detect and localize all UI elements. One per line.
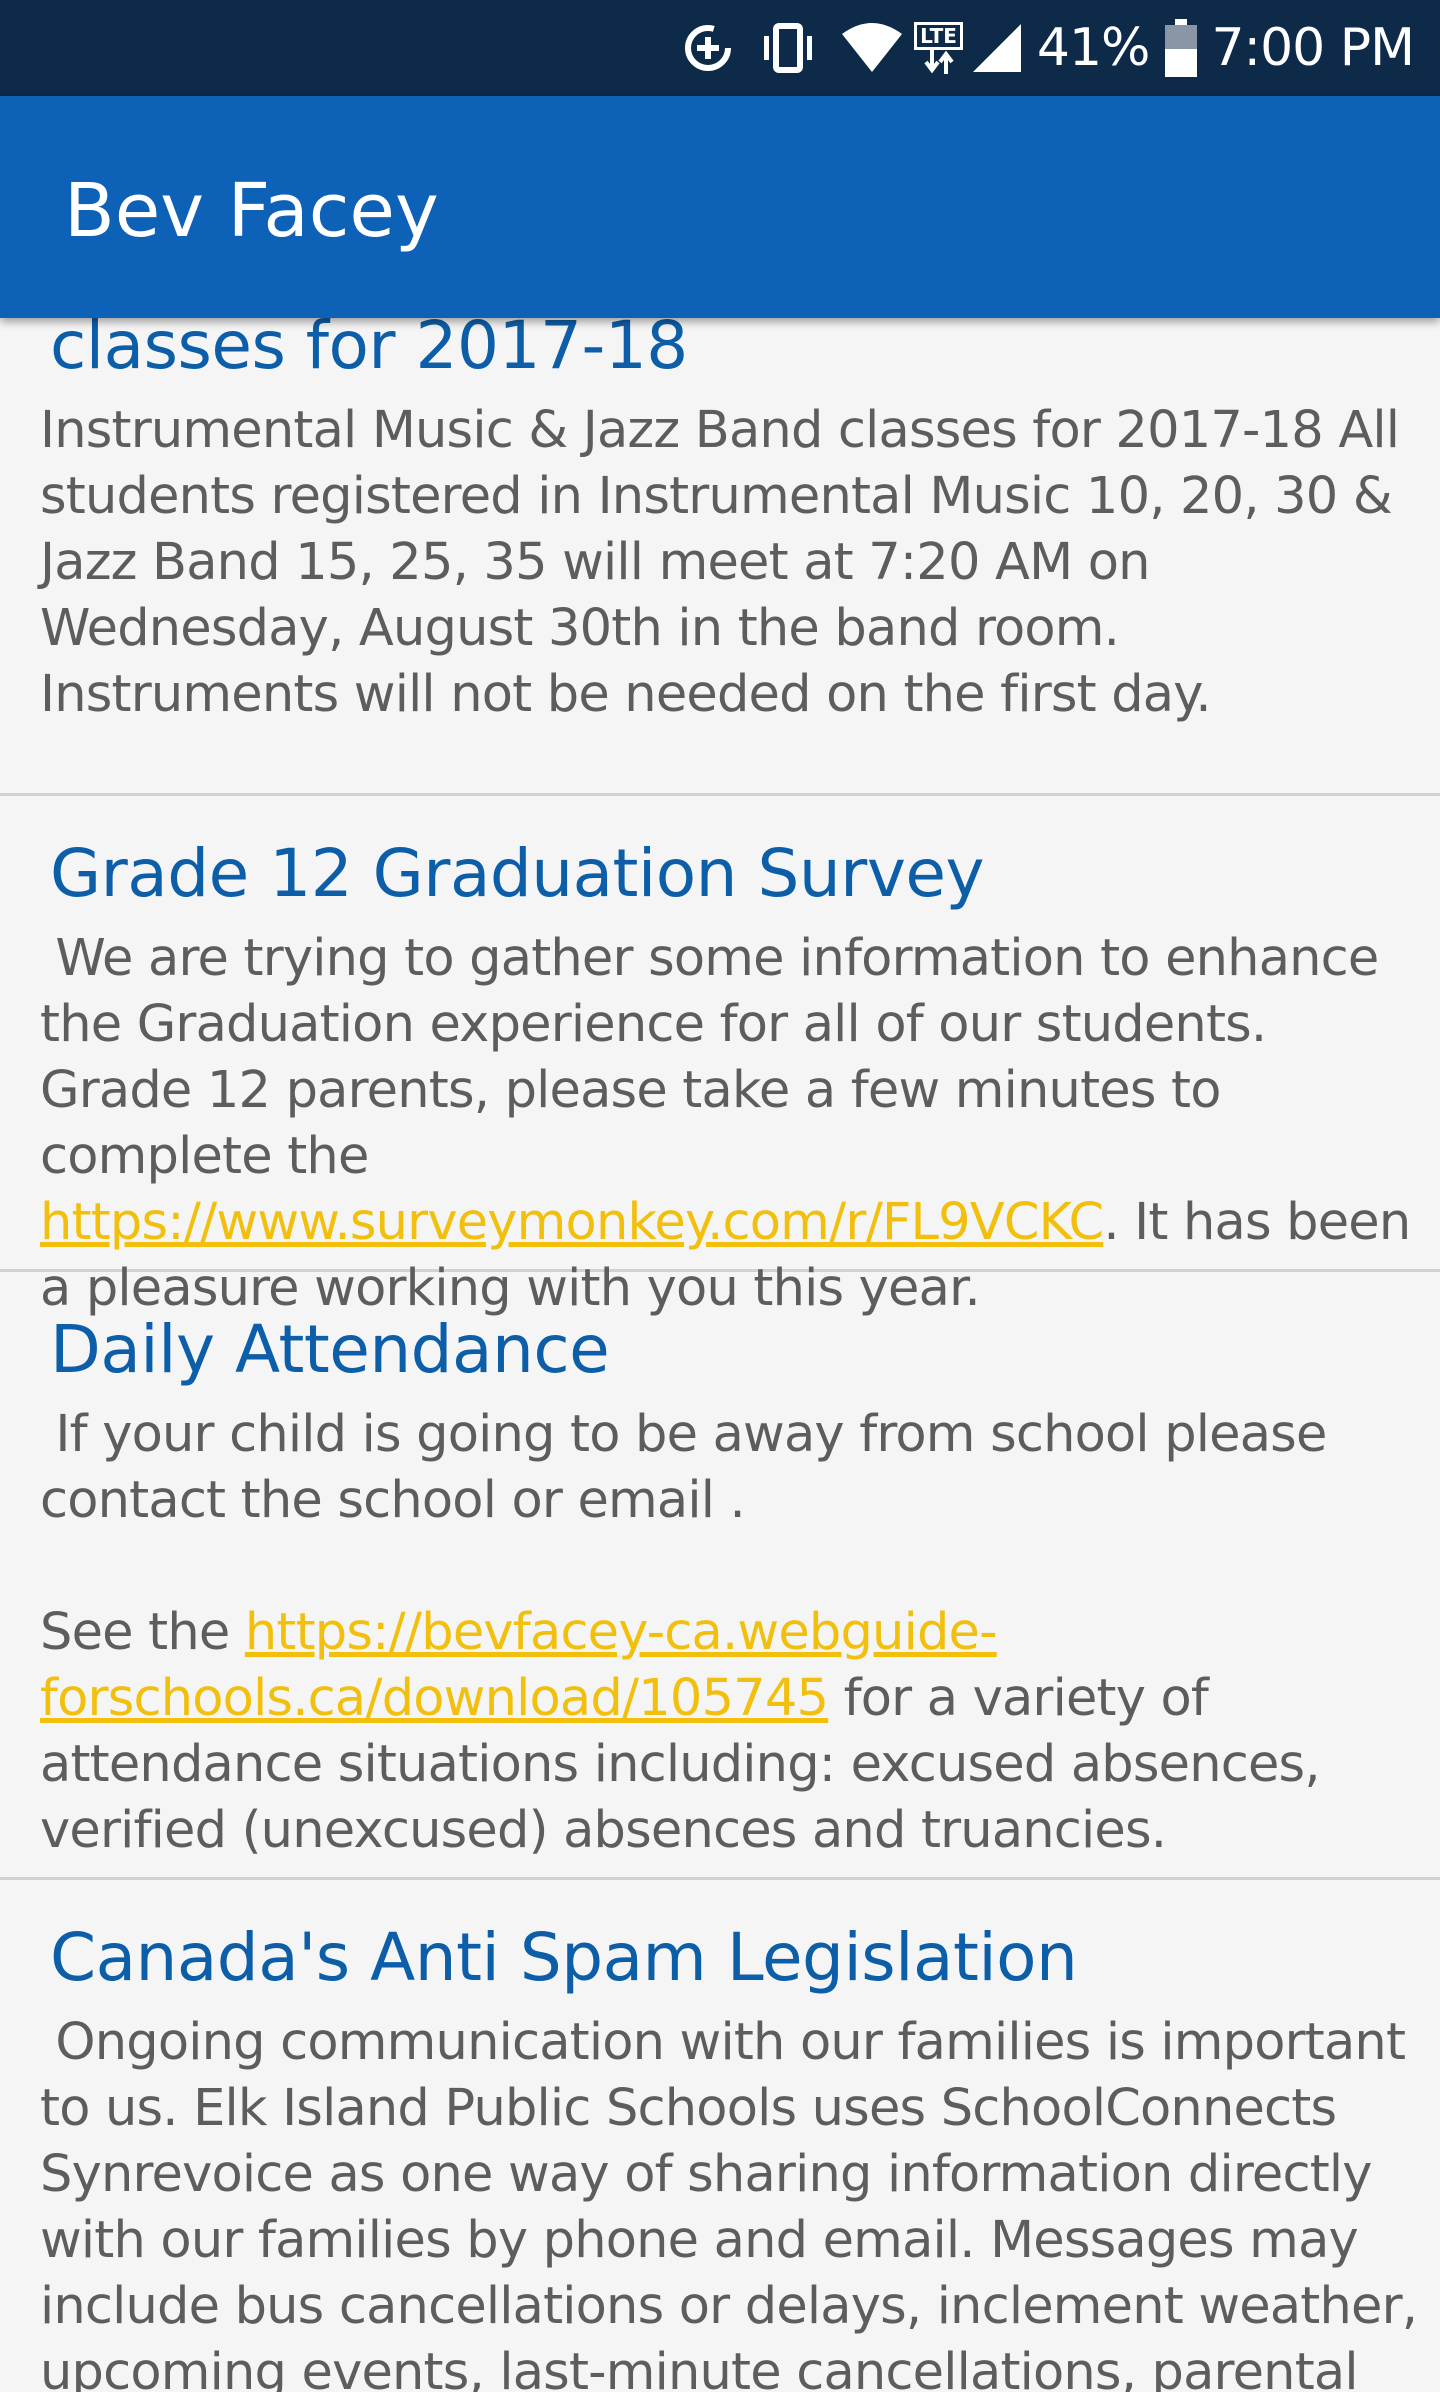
- news-body: If your child is going to be away from s…: [0, 1394, 1440, 1864]
- news-list[interactable]: classes for 2017-18 Instrumental Music &…: [0, 318, 1440, 2392]
- body-text: We are trying to gather some information…: [40, 929, 1394, 1186]
- news-item-graduation-survey[interactable]: Grade 12 Graduation Survey We are trying…: [0, 796, 1440, 1318]
- status-time: 7:00 PM: [1211, 18, 1415, 78]
- page-title: Bev Facey: [64, 168, 439, 254]
- wifi-icon: [840, 20, 904, 76]
- news-body: Instrumental Music & Jazz Band classes f…: [40, 401, 1415, 724]
- news-item-instrumental-music[interactable]: classes for 2017-18 Instrumental Music &…: [0, 318, 1440, 796]
- news-body: Ongoing communication with our families …: [40, 2013, 1433, 2392]
- news-title: Canada's Anti Spam Legislation: [50, 1919, 1078, 1996]
- cell-signal-icon: [971, 22, 1023, 74]
- lte-icon: LTE: [914, 22, 963, 74]
- survey-link[interactable]: https://www.surveymonkey.com/r/FL9VCKC: [40, 1193, 1104, 1252]
- vibrate-icon: [758, 20, 818, 76]
- news-list-inner: classes for 2017-18 Instrumental Music &…: [0, 318, 1440, 2392]
- status-bar: LTE 41% 7:00 PM: [0, 0, 1440, 96]
- news-title: Grade 12 Graduation Survey: [50, 835, 985, 912]
- news-item-daily-attendance[interactable]: Daily Attendance If your child is going …: [0, 1272, 1440, 1880]
- news-title: classes for 2017-18: [50, 318, 688, 384]
- news-item-anti-spam[interactable]: Canada's Anti Spam Legislation Ongoing c…: [0, 1880, 1440, 2392]
- data-saver-icon: [680, 20, 736, 76]
- app-bar: Bev Facey: [0, 96, 1440, 318]
- battery-icon: [1165, 19, 1198, 77]
- news-body: We are trying to gather some information…: [0, 918, 1440, 1322]
- battery-percent: 41%: [1036, 18, 1151, 78]
